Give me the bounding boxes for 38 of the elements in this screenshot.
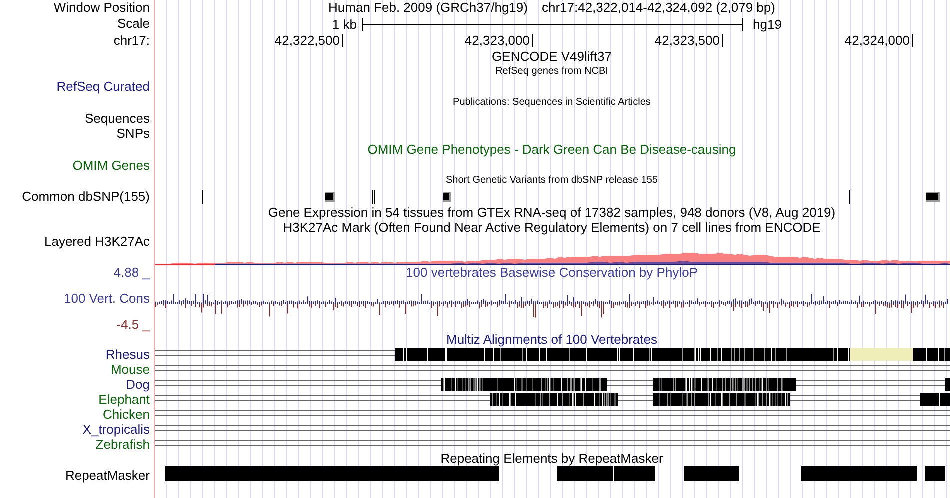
track-title: Repeating Elements by RepeatMasker — [440, 452, 664, 466]
track-label: RepeatMasker — [65, 469, 150, 483]
track-label: Rhesus — [106, 348, 150, 362]
coordinate-label: 42,322,500 — [274, 33, 340, 48]
track-label: Layered H3K27Ac — [44, 235, 150, 249]
track-label: Elephant — [98, 392, 150, 406]
row-label: Scale — [117, 17, 150, 31]
track-label: Chicken — [103, 408, 150, 422]
track-title: Gene Expression in 54 tissues from GTEx RNA-seq of 17382 samples, 948 donors (V8, Aug 2019) — [268, 206, 836, 220]
position-text: chr17:42,322,014-42,324,092 (2,079 bp) — [542, 1, 776, 15]
assembly-label: hg19 — [752, 17, 782, 32]
track-label: X_tropicalis — [82, 422, 150, 436]
min-value: -4.5 _ — [116, 318, 150, 332]
track-title: Multiz Alignments of 100 Vertebrates — [446, 332, 658, 346]
track-title: Short Genetic Variants from dbSNP release 155 — [446, 175, 658, 187]
max-value: 4.88 _ — [114, 266, 150, 280]
track-label: RefSeq Curated — [56, 80, 150, 94]
track-label: OMIM Genes — [72, 158, 150, 172]
track-label: Common dbSNP(155) — [22, 190, 150, 204]
track-label: 100 Vert. Cons — [64, 292, 150, 306]
assembly-name: Human Feb. 2009 (GRCh37/hg19) — [328, 1, 528, 15]
track-label: Dog — [126, 378, 150, 392]
track-label: Sequences — [84, 112, 150, 126]
coordinate-label: 42,323,000 — [464, 33, 530, 48]
track-title: H3K27Ac Mark (Often Found Near Active Regulatory Elements) on 7 cell lines from ENCODE — [283, 220, 821, 234]
coordinate-label: 42,323,500 — [654, 33, 720, 48]
row-label: Window Position — [54, 1, 150, 15]
track-label: Mouse — [110, 362, 150, 376]
track-title: 100 vertebrates Basewise Conservation by PhyloP — [406, 266, 698, 280]
track-label: Zebrafish — [96, 438, 150, 452]
scale-length: 1 kb — [332, 17, 356, 32]
track-subtitle: RefSeq genes from NCBI — [496, 66, 608, 78]
track-title: GENCODE V49lift37 — [492, 50, 612, 64]
coordinate-label: 42,324,000 — [844, 33, 910, 48]
track-title: Publications: Sequences in Scientific Articles — [453, 97, 651, 109]
track-title: OMIM Gene Phenotypes - Dark Green Can Be Disease-causing — [368, 142, 736, 156]
track-label: SNPs — [116, 126, 150, 140]
row-label: chr17: — [114, 34, 150, 48]
